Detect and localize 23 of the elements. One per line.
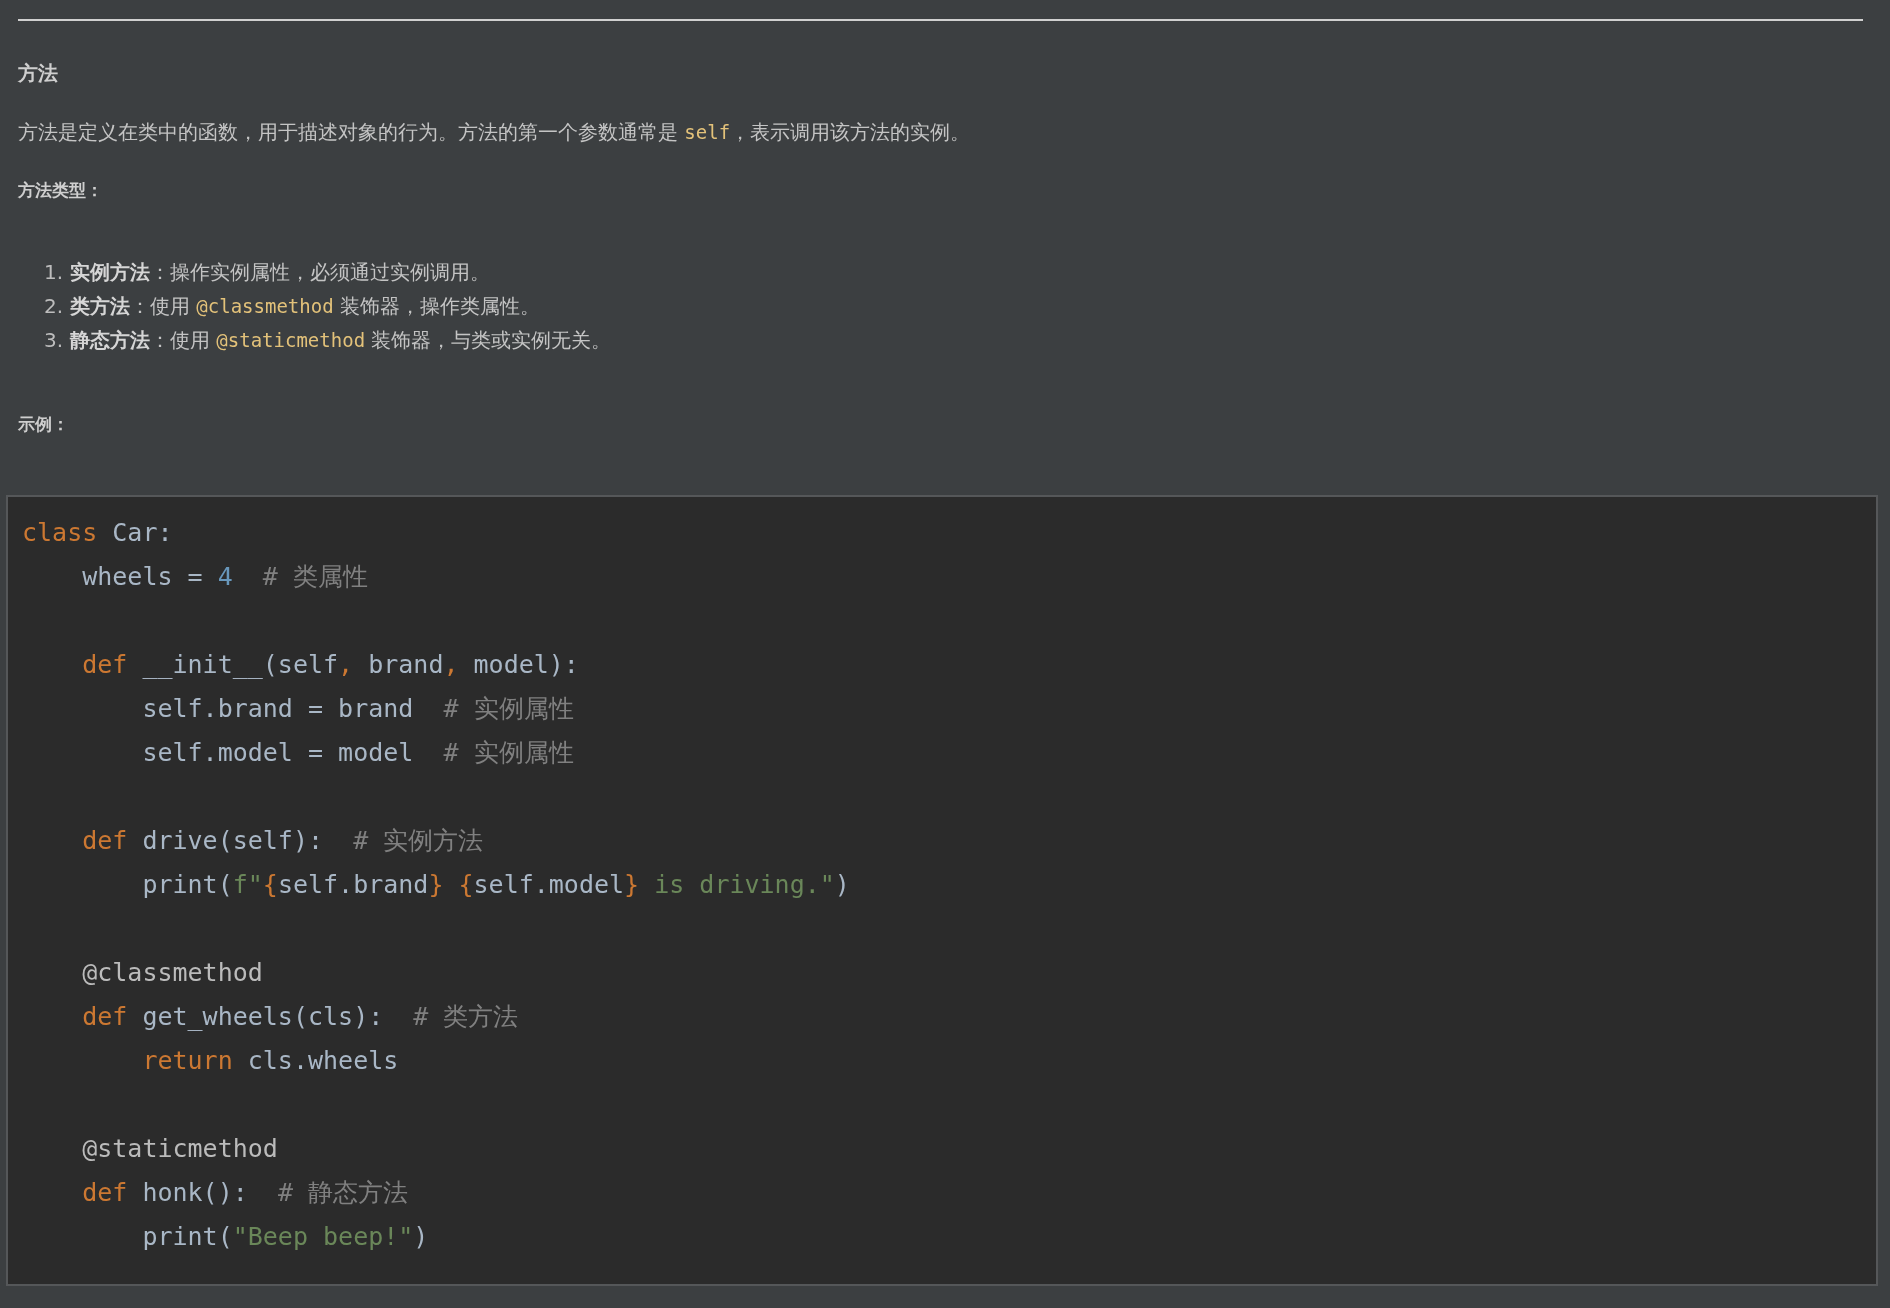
section-heading: 方法: [18, 60, 59, 87]
subheading: 示例：: [18, 413, 70, 436]
code-line: def honk(): # 静态方法: [81, 1177, 408, 1209]
code-line: @staticmethod: [81, 1133, 278, 1165]
paragraph: 方法是定义在类中的函数，用于描述对象的行为。方法的第一个参数通常是 self，表示调用该方法的实例。: [18, 119, 972, 146]
list-number: 1.: [44, 259, 62, 286]
list-number: 3.: [44, 327, 62, 354]
code-line: print(f"{self.brand} {self.model} is driving."): [141, 869, 850, 901]
subheading: 方法类型：: [18, 179, 104, 202]
list-item-text: 类方法：使用 @classmethod 装饰器，操作类属性。: [70, 293, 540, 320]
list-item-text: 实例方法：操作实例属性，必须通过实例调用。: [70, 259, 490, 286]
code-line: self.brand = brand # 实例属性: [141, 693, 574, 725]
code-line: print("Beep beep!"): [141, 1221, 429, 1253]
code-line: def __init__(self, brand, model):: [81, 649, 579, 681]
list-number: 2.: [44, 293, 62, 320]
code-line: wheels = 4 # 类属性: [81, 561, 368, 593]
list-item-text: 静态方法：使用 @staticmethod 装饰器，与类或实例无关。: [70, 327, 612, 354]
code-line: def get_wheels(cls): # 类方法: [81, 1001, 519, 1033]
code-line: class Car:: [22, 517, 173, 549]
code-line: def drive(self): # 实例方法: [81, 825, 484, 857]
code-line: @classmethod: [81, 957, 263, 989]
code-line: self.model = model # 实例属性: [141, 737, 574, 769]
code-line: return cls.wheels: [141, 1045, 399, 1077]
